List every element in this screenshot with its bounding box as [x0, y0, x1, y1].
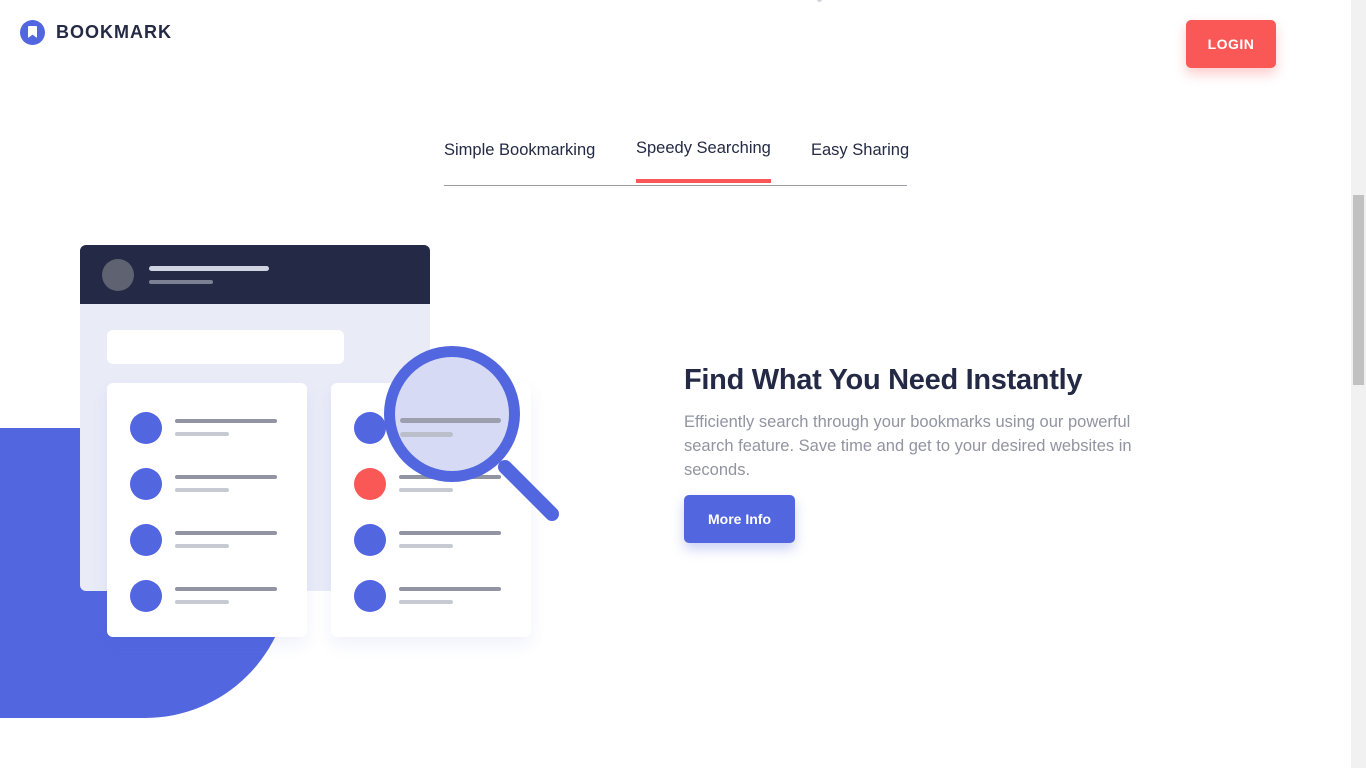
tab-simple-bookmarking[interactable]: Simple Bookmarking — [444, 122, 596, 184]
brand-name: BOOKMARK — [56, 22, 172, 42]
active-tab-indicator — [636, 179, 771, 183]
search-bar-illustration — [107, 330, 344, 364]
scrollbar-thumb[interactable] — [1353, 195, 1364, 385]
tab-easy-sharing[interactable]: Easy Sharing — [811, 122, 910, 184]
list-dot-icon — [130, 580, 162, 612]
list-dot-icon — [130, 524, 162, 556]
brand-logo[interactable]: BOOKMARK — [20, 20, 172, 45]
list-dot-icon — [130, 468, 162, 500]
login-button[interactable]: LOGIN — [1186, 20, 1276, 68]
tab-label: Speedy Searching — [636, 139, 771, 157]
list-dot-icon — [354, 580, 386, 612]
more-info-button[interactable]: More Info — [684, 495, 795, 543]
bookmark-icon — [20, 20, 45, 45]
list-dot-icon — [130, 412, 162, 444]
feature-tabs: Simple Bookmarking Speedy Searching Easy… — [444, 122, 910, 186]
feature-title: Find What You Need Instantly — [684, 364, 1083, 396]
avatar — [102, 259, 134, 291]
window-header — [80, 245, 430, 304]
nav-dot — [817, 0, 822, 2]
list-item — [130, 468, 290, 500]
list-item — [130, 412, 290, 444]
tab-label: Easy Sharing — [811, 141, 910, 159]
placeholder-line — [149, 266, 269, 271]
results-panel-left — [107, 383, 307, 637]
scrollbar[interactable] — [1351, 0, 1366, 768]
list-item — [354, 580, 514, 612]
magnifier-icon — [384, 346, 559, 521]
list-item — [130, 580, 290, 612]
list-item — [130, 524, 290, 556]
placeholder-line — [149, 280, 213, 284]
list-dot-icon — [354, 524, 386, 556]
list-item — [354, 524, 514, 556]
feature-description: Efficiently search through your bookmark… — [684, 413, 1132, 479]
tab-label: Simple Bookmarking — [444, 141, 596, 159]
site-header: BOOKMARK LOGIN — [0, 0, 1351, 90]
tab-speedy-searching[interactable]: Speedy Searching — [636, 122, 771, 184]
